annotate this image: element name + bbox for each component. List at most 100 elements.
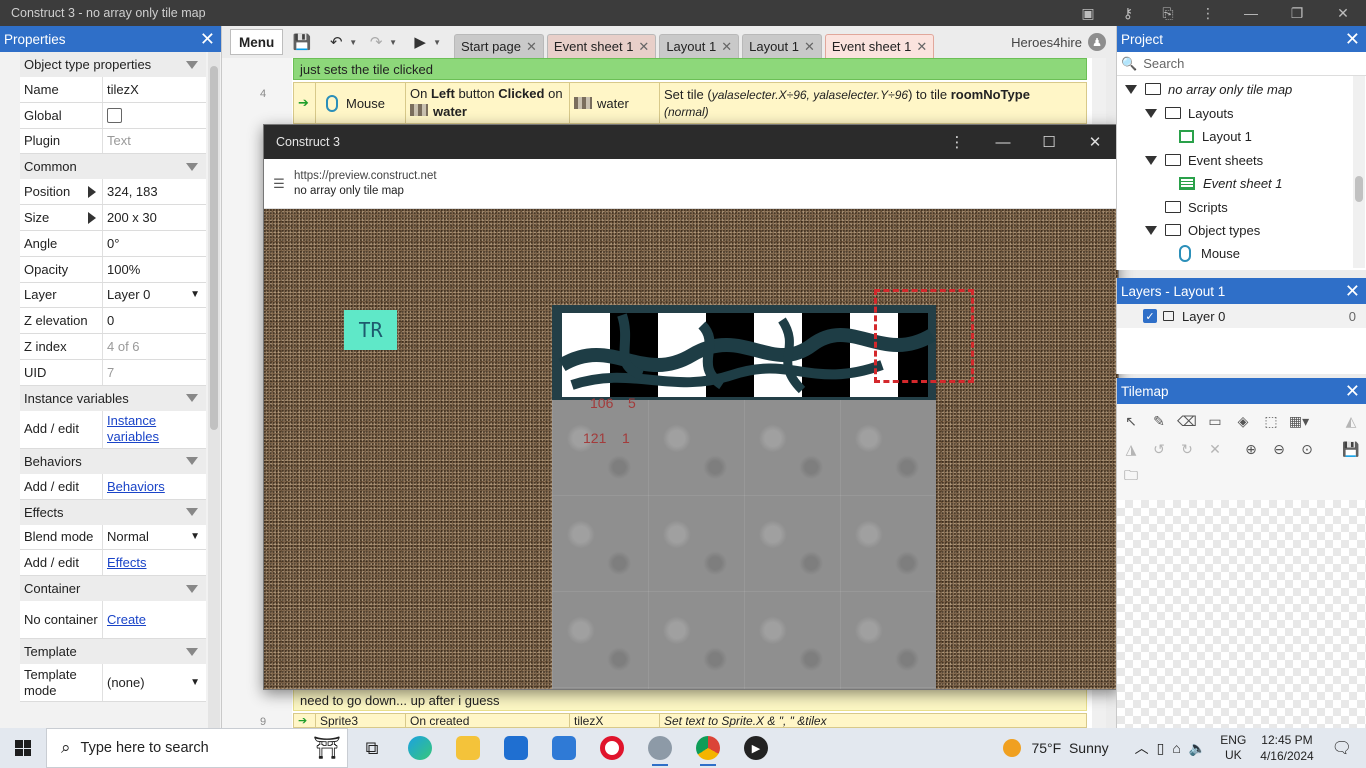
property-link[interactable]: Create bbox=[107, 612, 146, 628]
taskbar-search[interactable]: ⌕ Type here to search ⛩ bbox=[46, 728, 348, 768]
mail-icon[interactable] bbox=[492, 728, 540, 768]
property-section[interactable]: Template bbox=[20, 639, 206, 665]
edge-icon[interactable] bbox=[396, 728, 444, 768]
construct-icon[interactable] bbox=[636, 728, 684, 768]
chevron-down-icon[interactable]: ▼ bbox=[190, 531, 200, 542]
mirror-icon[interactable]: ◭ bbox=[1340, 410, 1362, 432]
tab-layout[interactable]: Layout 1 ✕ bbox=[659, 34, 740, 58]
property-value[interactable]: 0° bbox=[102, 231, 206, 256]
property-section[interactable]: Behaviors bbox=[20, 448, 206, 474]
tab-page[interactable]: Start page ✕ bbox=[454, 34, 544, 58]
undo-icon[interactable]: ↶ bbox=[323, 29, 349, 55]
property-section[interactable]: Object type properties bbox=[20, 52, 206, 77]
property-row[interactable]: Name tilezX bbox=[20, 77, 206, 103]
property-row[interactable]: Add / edit Instance variables bbox=[20, 410, 206, 449]
collapse-icon[interactable] bbox=[186, 508, 198, 517]
clock[interactable]: 12:45 PM 4/16/2024 bbox=[1260, 732, 1313, 764]
property-value[interactable]: tilezX bbox=[102, 77, 206, 102]
tab-event[interactable]: Event sheet 1 ✕ bbox=[546, 34, 657, 58]
property-row[interactable]: Z elevation 0 bbox=[20, 308, 206, 335]
project-search[interactable]: 🔍 Search bbox=[1117, 52, 1366, 76]
collapse-icon[interactable] bbox=[186, 394, 198, 403]
zoom-icon[interactable]: ⊕ bbox=[1240, 438, 1262, 460]
close-icon[interactable]: ✕ bbox=[1072, 133, 1118, 151]
property-value[interactable]: 200 x 30 bbox=[102, 205, 206, 230]
close-tab-icon[interactable]: ✕ bbox=[638, 39, 649, 55]
property-value[interactable]: 0 bbox=[102, 308, 206, 334]
minimize-icon[interactable]: — bbox=[980, 134, 1026, 151]
close-tab-icon[interactable]: ✕ bbox=[721, 39, 732, 55]
stone-tilemap[interactable] bbox=[552, 400, 936, 689]
event-row[interactable]: ➔ Sprite3 On created tilezX Set text to … bbox=[293, 713, 1087, 728]
action-object[interactable]: water bbox=[570, 83, 660, 123]
close-icon[interactable]: ✕ bbox=[1345, 382, 1360, 400]
property-row[interactable]: No container Create bbox=[20, 601, 206, 640]
property-row[interactable]: Opacity 100% bbox=[20, 256, 206, 283]
redo-dropdown-icon[interactable]: ▼ bbox=[389, 38, 397, 47]
collapse-icon[interactable] bbox=[186, 584, 198, 593]
zoom-reset-icon[interactable]: ⊙ bbox=[1296, 438, 1318, 460]
game-canvas[interactable]: TR 106 5 121 1 bbox=[264, 209, 1118, 689]
tree-item[interactable]: Scripts bbox=[1145, 196, 1228, 218]
property-row[interactable]: Add / edit Behaviors bbox=[20, 473, 206, 500]
property-section[interactable]: Common bbox=[20, 154, 206, 180]
close-icon[interactable]: ✕ bbox=[200, 30, 215, 48]
chevron-down-icon[interactable] bbox=[1125, 84, 1137, 94]
folder-icon[interactable]: 🗀 bbox=[1120, 466, 1142, 488]
property-value[interactable]: 100% bbox=[102, 256, 206, 282]
condition-text[interactable]: On Left button Clicked on water bbox=[406, 83, 570, 123]
close-tab-icon[interactable]: ✕ bbox=[916, 39, 927, 55]
property-row[interactable]: Global bbox=[20, 102, 206, 129]
property-row[interactable]: UID 7 bbox=[20, 360, 206, 386]
avatar[interactable]: ♟ bbox=[1088, 33, 1106, 51]
property-row[interactable]: Position 324, 183 bbox=[20, 179, 206, 206]
export-icon[interactable]: ⎘ bbox=[1148, 0, 1188, 26]
property-row[interactable]: Layer Layer 0 ▼ bbox=[20, 282, 206, 309]
redo-icon[interactable]: ↷ bbox=[363, 29, 389, 55]
chevron-down-icon[interactable]: ▼ bbox=[190, 289, 200, 300]
device-icon[interactable]: ▯ bbox=[1157, 740, 1165, 757]
menu-button[interactable]: Menu bbox=[230, 29, 284, 55]
tab-layout[interactable]: Layout 1 ✕ bbox=[742, 34, 822, 58]
key-icon[interactable]: ⚷ bbox=[1108, 0, 1148, 26]
chevron-down-icon[interactable] bbox=[1145, 225, 1157, 235]
select-tool-icon[interactable]: ⬚ bbox=[1260, 410, 1282, 432]
play-icon[interactable]: ▶ bbox=[407, 29, 433, 55]
site-settings-icon[interactable]: ☰ bbox=[264, 176, 294, 192]
start-button[interactable] bbox=[0, 728, 46, 768]
chevron-down-icon[interactable] bbox=[1145, 155, 1157, 165]
close-tab-icon[interactable]: ✕ bbox=[804, 39, 815, 55]
minimize-icon[interactable]: — bbox=[1228, 0, 1274, 26]
tileset-view[interactable] bbox=[1117, 500, 1366, 750]
property-section[interactable]: Container bbox=[20, 576, 206, 602]
chevron-down-icon[interactable] bbox=[1145, 108, 1157, 118]
more-icon[interactable]: ⋮ bbox=[1188, 0, 1228, 26]
restore-icon[interactable]: ❐ bbox=[1274, 0, 1320, 26]
property-link[interactable]: Behaviors bbox=[107, 479, 165, 494]
collapse-icon[interactable] bbox=[186, 647, 198, 656]
property-link[interactable]: Effects bbox=[107, 555, 147, 570]
rotate-cw-icon[interactable]: ↻ bbox=[1176, 438, 1198, 460]
reset-icon[interactable]: ✕ bbox=[1204, 438, 1226, 460]
property-row[interactable]: Plugin Text bbox=[20, 128, 206, 155]
zoom-out-icon[interactable]: ⊖ bbox=[1268, 438, 1290, 460]
close-icon[interactable]: ✕ bbox=[1345, 30, 1360, 48]
chevron-down-icon[interactable]: ▼ bbox=[190, 677, 200, 688]
task-view-icon[interactable]: ⧉ bbox=[348, 728, 396, 768]
chevron-up-icon[interactable]: ︿ bbox=[1135, 738, 1149, 758]
tree-item[interactable]: Layout 1 bbox=[1165, 125, 1252, 147]
save-icon[interactable]: 💾 bbox=[289, 29, 315, 55]
comment-bottom[interactable]: need to go down... up after i guess bbox=[293, 689, 1087, 711]
search-input[interactable]: Search bbox=[1143, 56, 1184, 71]
tab-active[interactable]: Event sheet 1 ✕ bbox=[824, 34, 935, 58]
collapse-icon[interactable] bbox=[186, 457, 198, 466]
lock-icon[interactable] bbox=[1163, 311, 1174, 321]
network-icon[interactable]: ⌂ bbox=[1172, 740, 1180, 756]
property-row[interactable]: Add / edit Effects bbox=[20, 550, 206, 577]
property-row[interactable]: Template mode (none) ▼ bbox=[20, 664, 206, 703]
visible-checkbox[interactable]: ✓ bbox=[1143, 309, 1157, 323]
pointer-tool-icon[interactable]: ↖ bbox=[1120, 410, 1142, 432]
close-icon[interactable]: ✕ bbox=[1320, 0, 1366, 26]
eraser-tool-icon[interactable]: ⌫ bbox=[1176, 410, 1198, 432]
collapse-icon[interactable] bbox=[186, 162, 198, 171]
